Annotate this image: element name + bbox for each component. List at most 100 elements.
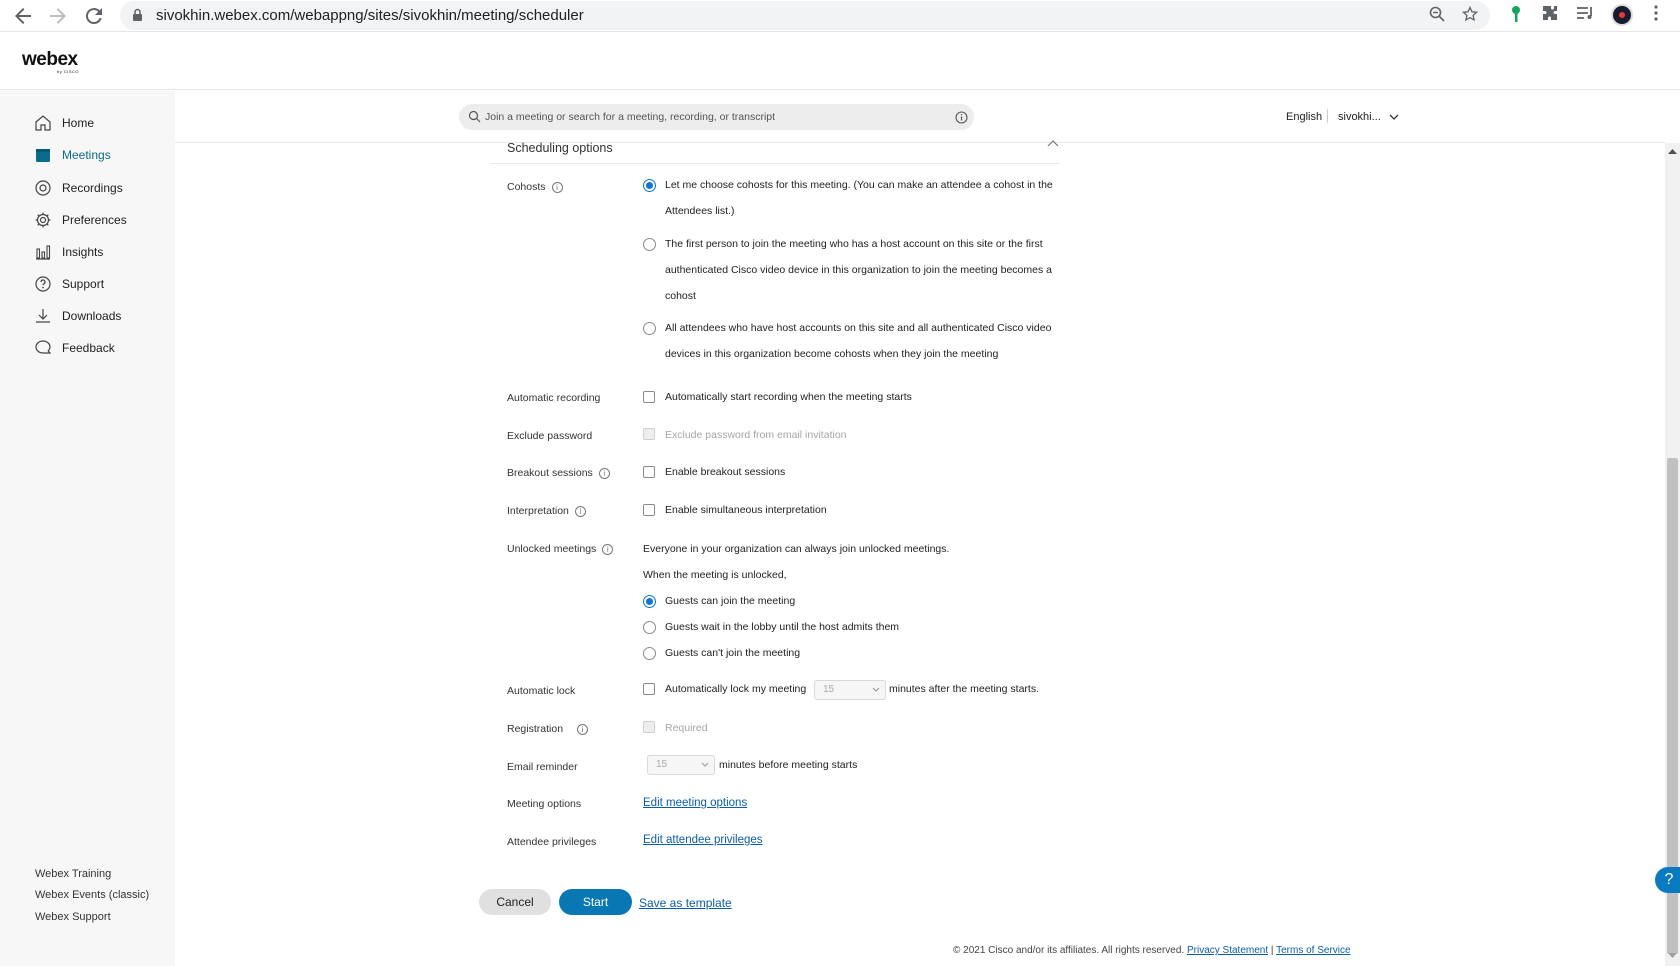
guests-cant-join-option: Guests can't join the meeting — [665, 647, 801, 659]
profile-avatar[interactable] — [1611, 4, 1633, 26]
sidebar-item-meetings[interactable]: Meetings — [34, 144, 169, 166]
automatic-lock-label: Automatic lock — [507, 685, 576, 697]
sidebar-item-home[interactable]: Home — [34, 112, 169, 134]
webex-events-link[interactable]: Webex Events (classic) — [35, 889, 149, 901]
section-title: Scheduling options — [507, 141, 613, 155]
info-icon[interactable]: i — [602, 543, 614, 555]
info-icon[interactable]: i — [577, 723, 589, 735]
forward-arrow-icon[interactable] — [46, 4, 70, 28]
breakout-sessions-label: Breakout sessions i — [507, 467, 610, 479]
automatic-recording-option: Automatically start recording when the m… — [665, 391, 912, 403]
back-arrow-icon[interactable] — [11, 4, 35, 28]
cohost-option-all-radio[interactable] — [643, 322, 656, 335]
webex-training-link[interactable]: Webex Training — [35, 868, 111, 880]
key-extension-icon[interactable] — [1505, 5, 1527, 27]
search-input[interactable] — [485, 104, 945, 130]
cancel-button[interactable]: Cancel — [479, 889, 551, 915]
edit-meeting-options-link[interactable]: Edit meeting options — [643, 797, 747, 809]
guests-wait-lobby-option: Guests wait in the lobby until the host … — [665, 621, 900, 633]
guests-can-join-radio[interactable] — [643, 595, 656, 608]
automatic-lock-checkbox[interactable] — [643, 683, 655, 695]
edit-attendee-privileges-link[interactable]: Edit attendee privileges — [643, 834, 763, 846]
guests-cant-join-radio[interactable] — [643, 647, 656, 660]
user-menu[interactable]: sivokhi... — [1338, 111, 1399, 123]
sidebar-item-label: Home — [62, 116, 95, 130]
privacy-statement-link[interactable]: Privacy Statement — [1187, 945, 1268, 956]
webex-logo[interactable]: webex — [22, 49, 78, 71]
download-icon — [36, 309, 50, 323]
chevron-up-icon[interactable] — [1047, 138, 1059, 148]
sidebar-item-support[interactable]: Support — [34, 273, 169, 295]
content-divider — [175, 142, 1665, 143]
user-name: sivokhi... — [1338, 111, 1381, 123]
info-icon[interactable]: i — [574, 505, 586, 517]
cohost-option-choose-line2: Attendees list.) — [665, 205, 735, 217]
exclude-password-option: Exclude password from email invitation — [665, 429, 847, 441]
meeting-options-label: Meeting options — [507, 798, 582, 810]
save-as-template-link[interactable]: Save as template — [639, 896, 732, 910]
registration-checkbox[interactable] — [643, 721, 655, 733]
sidebar-item-label: Feedback — [62, 341, 115, 355]
exclude-password-checkbox[interactable] — [643, 428, 655, 440]
sidebar-item-recordings[interactable]: Recordings — [34, 177, 169, 199]
language-selector[interactable]: English — [1286, 111, 1322, 123]
webex-support-link[interactable]: Webex Support — [35, 911, 111, 923]
scroll-up-arrow-icon[interactable] — [1668, 148, 1677, 154]
cohost-option-first-line2: authenticated Cisco video device in this… — [665, 264, 1052, 276]
automatic-lock-option: Automatically lock my meeting — [665, 683, 807, 695]
search-icon — [468, 110, 481, 123]
sidebar-item-label: Meetings — [62, 148, 111, 162]
cohost-option-first-line3: cohost — [665, 290, 696, 302]
email-reminder-suffix: minutes before meeting starts — [719, 759, 858, 771]
automatic-recording-label: Automatic recording — [507, 392, 601, 404]
help-button[interactable]: ? — [1655, 867, 1680, 893]
reload-icon[interactable] — [82, 4, 106, 28]
sidebar-item-label: Support — [62, 277, 105, 291]
terms-of-service-link[interactable]: Terms of Service — [1276, 945, 1350, 956]
star-icon[interactable] — [1460, 5, 1480, 26]
chevron-down-icon — [701, 762, 709, 767]
cohost-option-choose-radio[interactable] — [643, 179, 656, 192]
interpretation-label-text: Interpretation — [507, 505, 569, 517]
automatic-lock-minutes-select[interactable]: 15 — [814, 680, 886, 700]
interpretation-checkbox[interactable] — [643, 504, 655, 516]
cohost-option-first-radio[interactable] — [643, 238, 656, 251]
info-icon[interactable]: i — [598, 467, 610, 479]
sidebar-item-label: Preferences — [62, 213, 127, 227]
sidebar-item-preferences[interactable]: Preferences — [34, 209, 169, 231]
email-reminder-label: Email reminder — [507, 761, 578, 773]
sidebar-item-label: Insights — [62, 245, 104, 259]
reading-list-icon[interactable] — [1574, 5, 1596, 27]
breakout-sessions-label-text: Breakout sessions — [507, 467, 593, 479]
cohost-option-all-line2: devices in this organization become coho… — [665, 348, 999, 360]
breakout-sessions-checkbox[interactable] — [643, 466, 655, 478]
more-vertical-icon[interactable] — [1645, 5, 1667, 27]
automatic-lock-minutes-value: 15 — [823, 684, 835, 695]
unlocked-meetings-subtitle: When the meeting is unlocked, — [643, 569, 787, 581]
registration-label-text: Registration — [507, 723, 564, 735]
address-bar[interactable]: sivokhin.webex.com/webappng/sites/sivokh… — [120, 1, 1490, 30]
sidebar-item-downloads[interactable]: Downloads — [34, 305, 169, 327]
header-divider — [1327, 109, 1328, 123]
info-icon[interactable] — [955, 111, 968, 124]
email-reminder-select[interactable]: 15 — [647, 755, 715, 775]
sidebar-item-insights[interactable]: Insights — [34, 241, 169, 263]
automatic-recording-checkbox[interactable] — [643, 391, 655, 403]
sidebar-item-feedback[interactable]: Feedback — [34, 337, 169, 359]
cohosts-label-text: Cohosts — [507, 181, 546, 193]
cohost-option-first-line1: The first person to join the meeting who… — [665, 238, 1043, 250]
lock-icon — [133, 8, 142, 21]
scroll-down-arrow-icon[interactable] — [1668, 953, 1677, 959]
app-header: webex by CISCO — [0, 33, 1680, 90]
guests-wait-lobby-radio[interactable] — [643, 621, 656, 634]
logo-subtext: by CISCO — [57, 69, 80, 74]
zoom-icon[interactable] — [1427, 6, 1447, 26]
info-icon[interactable]: i — [551, 181, 563, 193]
breakout-sessions-option: Enable breakout sessions — [665, 466, 786, 478]
gear-icon — [35, 212, 51, 228]
unlocked-meetings-description: Everyone in your organization can always… — [643, 543, 950, 555]
email-reminder-value: 15 — [656, 759, 668, 770]
start-button[interactable]: Start — [559, 889, 632, 915]
puzzle-extension-icon[interactable] — [1539, 5, 1561, 27]
chevron-down-icon — [1389, 114, 1399, 120]
